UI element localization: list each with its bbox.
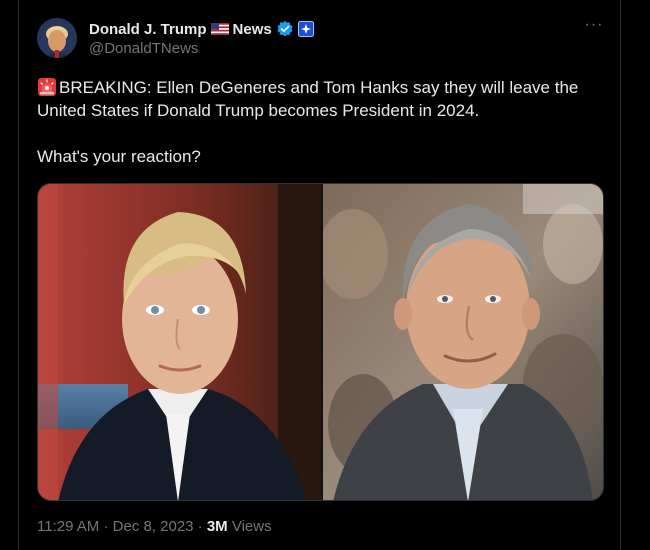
author-name-suffix[interactable]: News	[233, 21, 272, 38]
tweet-meta: 11:29 AM · Dec 8, 2023 · 3M Views	[37, 518, 272, 535]
tweet-paragraph-2: What's your reaction?	[37, 147, 201, 166]
avatar[interactable]	[37, 18, 77, 58]
timeline-border-right	[620, 0, 621, 550]
author-name-row[interactable]: Donald J. Trump News	[89, 19, 314, 39]
meta-separator: ·	[103, 518, 109, 535]
tweet-paragraph-1: BREAKING: Ellen DeGeneres and Tom Hanks …	[37, 76, 597, 122]
photo-tom-hanks[interactable]	[323, 184, 603, 500]
meta-separator-2: ·	[197, 518, 203, 535]
affiliate-badge-icon[interactable]	[297, 21, 314, 37]
author-handle[interactable]: @DonaldTNews	[89, 40, 198, 57]
tweet-time[interactable]: 11:29 AM	[37, 518, 99, 535]
views-label[interactable]: Views	[232, 518, 272, 535]
timeline-border-left	[18, 0, 19, 550]
siren-icon	[37, 77, 57, 97]
tweet-date[interactable]: Dec 8, 2023	[113, 518, 194, 535]
tweet-text: BREAKING: Ellen DeGeneres and Tom Hanks …	[37, 76, 597, 168]
verified-badge-icon[interactable]	[276, 20, 294, 38]
more-options-button[interactable]: ···	[584, 17, 604, 36]
views-count[interactable]: 3M	[207, 518, 228, 535]
photo-ellen-degeneres[interactable]	[38, 184, 321, 500]
tweet-card: Donald J. Trump News @DonaldTNews ··· BR…	[0, 0, 650, 550]
author-display-name[interactable]: Donald J. Trump	[89, 21, 207, 38]
tweet-media[interactable]	[37, 183, 604, 501]
tweet-body-text: BREAKING: Ellen DeGeneres and Tom Hanks …	[37, 78, 579, 120]
us-flag-icon	[210, 23, 229, 35]
